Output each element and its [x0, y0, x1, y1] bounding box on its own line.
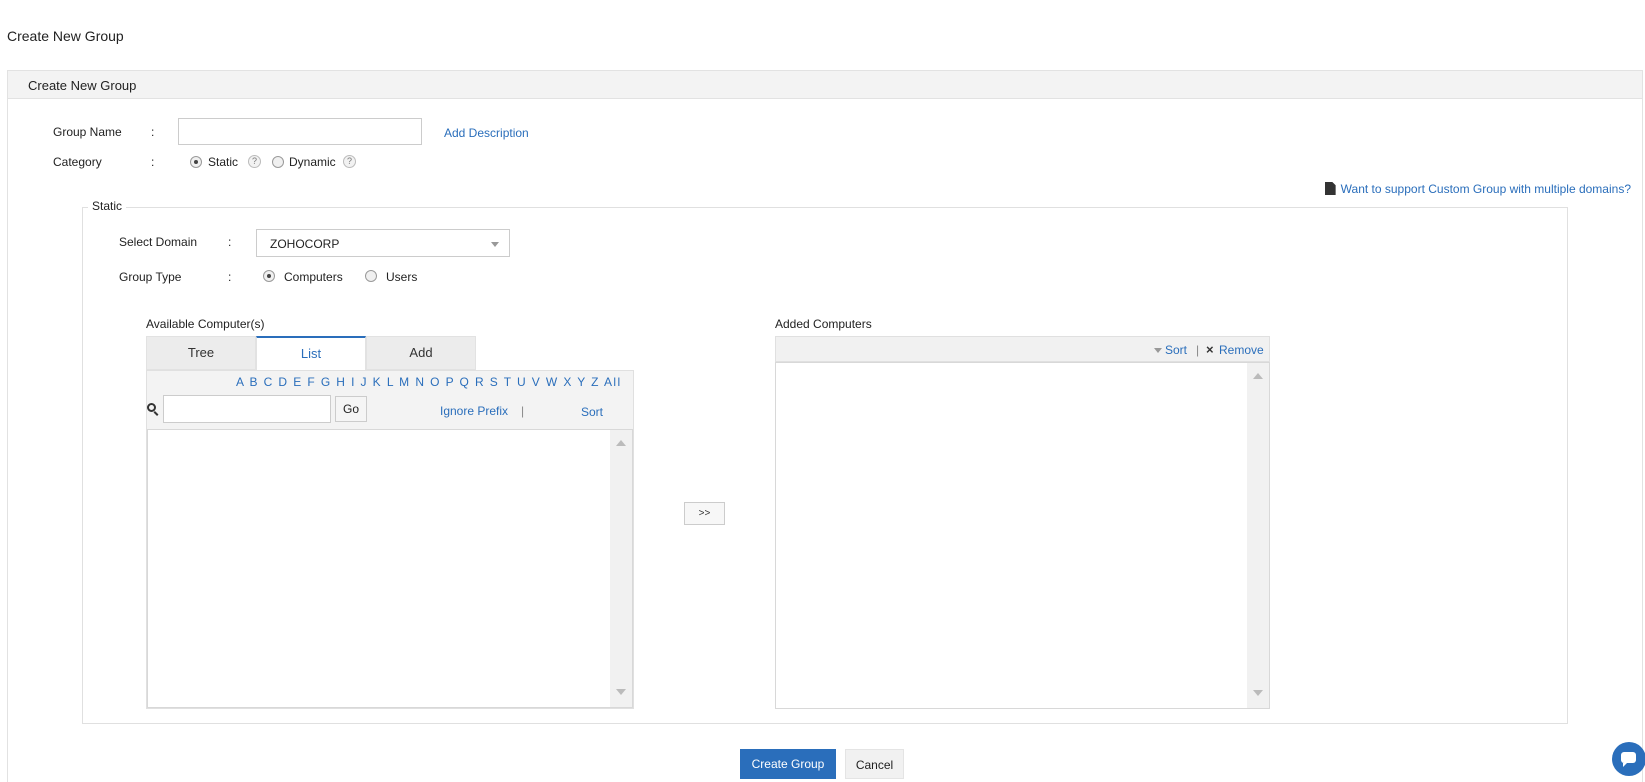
tab-tree[interactable]: Tree: [146, 336, 256, 370]
multi-domain-link-text[interactable]: Want to support Custom Group with multip…: [1341, 182, 1631, 196]
added-toolbar: Sort | × Remove: [775, 336, 1270, 362]
group-type-users-radio[interactable]: [365, 270, 377, 282]
cancel-button[interactable]: Cancel: [845, 749, 904, 779]
scroll-up-icon[interactable]: [1253, 373, 1263, 379]
panel-header-title: Create New Group: [28, 78, 137, 93]
available-tabs: Tree List Add: [146, 336, 476, 370]
group-type-users-label[interactable]: Users: [386, 270, 417, 284]
search-icon: [147, 403, 156, 412]
category-static-label[interactable]: Static: [208, 155, 238, 169]
category-static-radio[interactable]: [190, 156, 202, 168]
category-dynamic-radio[interactable]: [272, 156, 284, 168]
tab-list[interactable]: List: [256, 336, 366, 370]
select-domain-label: Select Domain: [119, 235, 198, 249]
scroll-down-icon[interactable]: [616, 689, 626, 695]
chat-icon[interactable]: [1612, 742, 1645, 776]
go-button[interactable]: Go: [335, 396, 367, 422]
alphabet-filter[interactable]: A B C D E F G H I J K L M N O P Q R S T …: [236, 375, 622, 389]
multi-domain-link[interactable]: Want to support Custom Group with multip…: [1324, 182, 1631, 196]
added-computers-list[interactable]: [775, 362, 1270, 709]
document-icon: [1324, 182, 1336, 195]
category-dynamic-label[interactable]: Dynamic: [289, 155, 336, 169]
added-sort-link[interactable]: Sort: [1165, 343, 1187, 357]
added-computers-label: Added Computers: [775, 317, 872, 331]
group-name-label: Group Name: [53, 125, 122, 139]
group-type-computers-radio[interactable]: [263, 270, 275, 282]
search-input[interactable]: [163, 395, 331, 423]
category-label: Category: [53, 155, 102, 169]
available-sort-link[interactable]: Sort: [581, 405, 603, 419]
added-scrollbar[interactable]: [1247, 363, 1269, 708]
move-right-button[interactable]: >>: [684, 502, 725, 525]
scroll-up-icon[interactable]: [616, 440, 626, 446]
remove-link[interactable]: Remove: [1219, 343, 1264, 357]
sort-caret-icon: [1154, 348, 1162, 353]
separator: |: [1196, 343, 1200, 357]
ignore-prefix-link[interactable]: Ignore Prefix: [440, 404, 508, 418]
chat-bubble: [1621, 752, 1636, 767]
available-computers-label: Available Computer(s): [146, 317, 265, 331]
select-domain-colon: :: [228, 235, 232, 249]
domain-select-value: ZOHOCORP: [270, 237, 340, 251]
page-title: Create New Group: [7, 28, 124, 44]
group-type-colon: :: [228, 270, 232, 284]
domain-select[interactable]: ZOHOCORP: [256, 229, 510, 257]
available-computers-list[interactable]: [147, 429, 633, 708]
scroll-down-icon[interactable]: [1253, 690, 1263, 696]
available-scrollbar[interactable]: [610, 430, 632, 707]
create-group-button[interactable]: Create Group: [740, 749, 836, 779]
caret-down-icon: [491, 242, 499, 247]
group-type-label: Group Type: [119, 270, 182, 284]
group-type-computers-label[interactable]: Computers: [284, 270, 343, 284]
tab-add[interactable]: Add: [366, 336, 476, 370]
close-icon[interactable]: ×: [1206, 342, 1214, 357]
separator: |: [521, 404, 525, 418]
dynamic-help-icon[interactable]: ?: [343, 155, 356, 168]
category-colon: :: [151, 155, 155, 169]
static-help-icon[interactable]: ?: [248, 155, 261, 168]
group-name-colon: :: [151, 125, 155, 139]
add-description-link[interactable]: Add Description: [444, 126, 529, 140]
panel-header: Create New Group: [8, 71, 1642, 99]
group-name-input[interactable]: [178, 118, 422, 145]
static-legend: Static: [88, 199, 127, 213]
